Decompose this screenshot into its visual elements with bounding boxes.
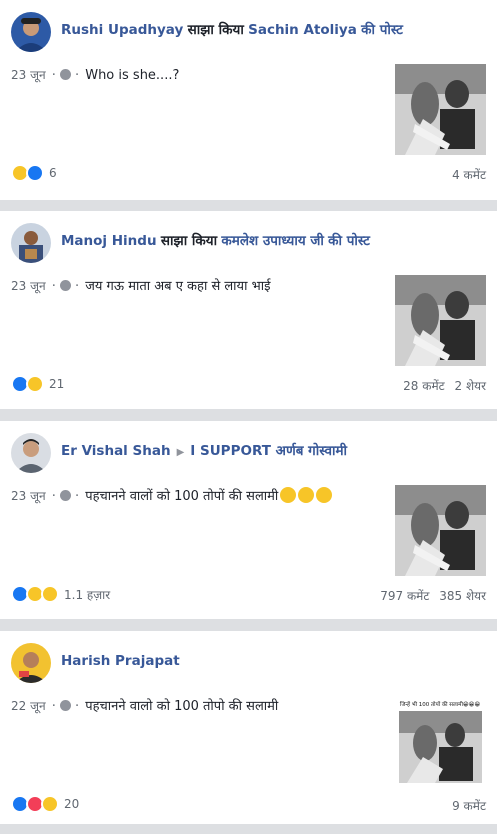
thumbnail-caption: जिन्हें भी 100 तोपों की सलामी😁😁😁 [400,701,480,708]
post-headline: Manoj Hindu साझा किया कमलेश उपाध्याय जी … [61,232,370,250]
reaction-count: 1.1 हज़ार [64,587,111,602]
post-text: जय गऊ माता अब ए कहा से लाया भाई [85,279,271,294]
reactions[interactable]: 20 [11,795,79,813]
post-image[interactable]: जिन्हें भी 100 तोपों की सलामी😁😁😁 [395,695,486,786]
share-action: साझा किया [187,22,244,38]
post-meta: 23 जून · · पहचानने वालों को 100 तोपों की … [11,487,333,506]
post-stats: 28 कमेंट 2 शेयर [403,377,486,394]
post-stats: 797 कमेंट 385 शेयर [380,587,486,604]
post-image[interactable] [395,64,486,155]
post-stats: 9 कमेंट [452,797,486,814]
post-stats: 4 कमेंट [452,166,486,183]
feed: Rushi Upadhyay साझा किया Sachin Atoliya … [0,0,497,834]
haha-reaction-icon [41,795,59,813]
post-footer: 1.1 हज़ार 797 कमेंट 385 शेयर [11,585,486,605]
reactions[interactable]: 1.1 हज़ार [11,585,110,603]
comments-count[interactable]: 28 कमेंट [403,379,445,393]
post-meta: 23 जून · · Who is she....? [11,68,180,83]
original-author-link[interactable]: Sachin Atoliya [248,22,357,38]
author-link[interactable]: Er Vishal Shah [61,443,171,459]
post-headline: Er Vishal Shah ▶ I SUPPORT अर्णब गोस्वामी [61,442,347,462]
author-link[interactable]: Rushi Upadhyay [61,22,183,38]
post-headline: Rushi Upadhyay साझा किया Sachin Atoliya … [61,21,403,39]
post-footer: 21 28 कमेंट 2 शेयर [11,375,486,395]
post-date[interactable]: 23 जून [11,489,46,503]
reaction-count: 6 [49,166,57,180]
post-meta: 23 जून · · जय गऊ माता अब ए कहा से लाया भा… [11,279,271,294]
post-image[interactable] [395,485,486,576]
grin-emoji-icon [316,487,333,503]
post-suffix-link[interactable]: की पोस्ट [361,22,403,38]
post-image[interactable] [395,275,486,366]
globe-icon [59,700,71,711]
post-text: Who is she....? [85,68,180,83]
post-suffix-link[interactable]: की पोस्ट [328,233,370,249]
post-date[interactable]: 23 जून [11,279,46,293]
original-author-link[interactable]: कमलेश उपाध्याय जी [221,233,323,249]
post-footer: 20 9 कमेंट [11,795,486,815]
post-card: Harish Prajapat 22 जून · · पहचानने वालो क… [0,631,497,824]
post-date[interactable]: 22 जून [11,699,46,713]
avatar[interactable] [11,223,51,263]
post-text: पहचानने वालों को 100 तोपों की सलामी [85,489,279,504]
comments-count[interactable]: 797 कमेंट [380,589,429,603]
like-reaction-icon [26,164,44,182]
reactions[interactable]: 21 [11,375,64,393]
post-card: Manoj Hindu साझा किया कमलेश उपाध्याय जी … [0,211,497,409]
post-card: Er Vishal Shah ▶ I SUPPORT अर्णब गोस्वामी … [0,421,497,619]
avatar[interactable] [11,433,51,473]
grin-emoji-icon [280,487,297,503]
globe-icon [59,69,71,80]
avatar[interactable] [11,12,51,52]
author-link[interactable]: Manoj Hindu [61,233,157,249]
reactions[interactable]: 6 [11,164,57,182]
globe-icon [59,490,71,501]
shares-count[interactable]: 2 शेयर [455,379,486,393]
comments-count[interactable]: 4 कमेंट [452,168,486,182]
avatar[interactable] [11,643,51,683]
group-link[interactable]: I SUPPORT अर्णब गोस्वामी [190,443,347,459]
haha-reaction-icon [26,375,44,393]
reaction-count: 20 [64,797,80,811]
shares-count[interactable]: 385 शेयर [439,589,486,603]
post-text: पहचानने वालो को 100 तोपो की सलामी [85,699,279,714]
author-link[interactable]: Harish Prajapat [61,653,180,669]
post-card: Rushi Upadhyay साझा किया Sachin Atoliya … [0,0,497,200]
grin-emoji-icon [298,487,315,503]
globe-icon [59,280,71,291]
share-action: साझा किया [160,233,218,249]
post-headline: Harish Prajapat [61,652,180,670]
post-meta: 22 जून · · पहचानने वालो को 100 तोपो की सल… [11,699,279,714]
wow-reaction-icon [41,585,59,603]
comments-count[interactable]: 9 कमेंट [452,799,486,813]
reaction-count: 21 [49,377,65,391]
post-date[interactable]: 23 जून [11,68,46,82]
caret-right-icon: ▶ [176,447,185,458]
post-footer: 6 4 कमेंट [11,164,486,184]
